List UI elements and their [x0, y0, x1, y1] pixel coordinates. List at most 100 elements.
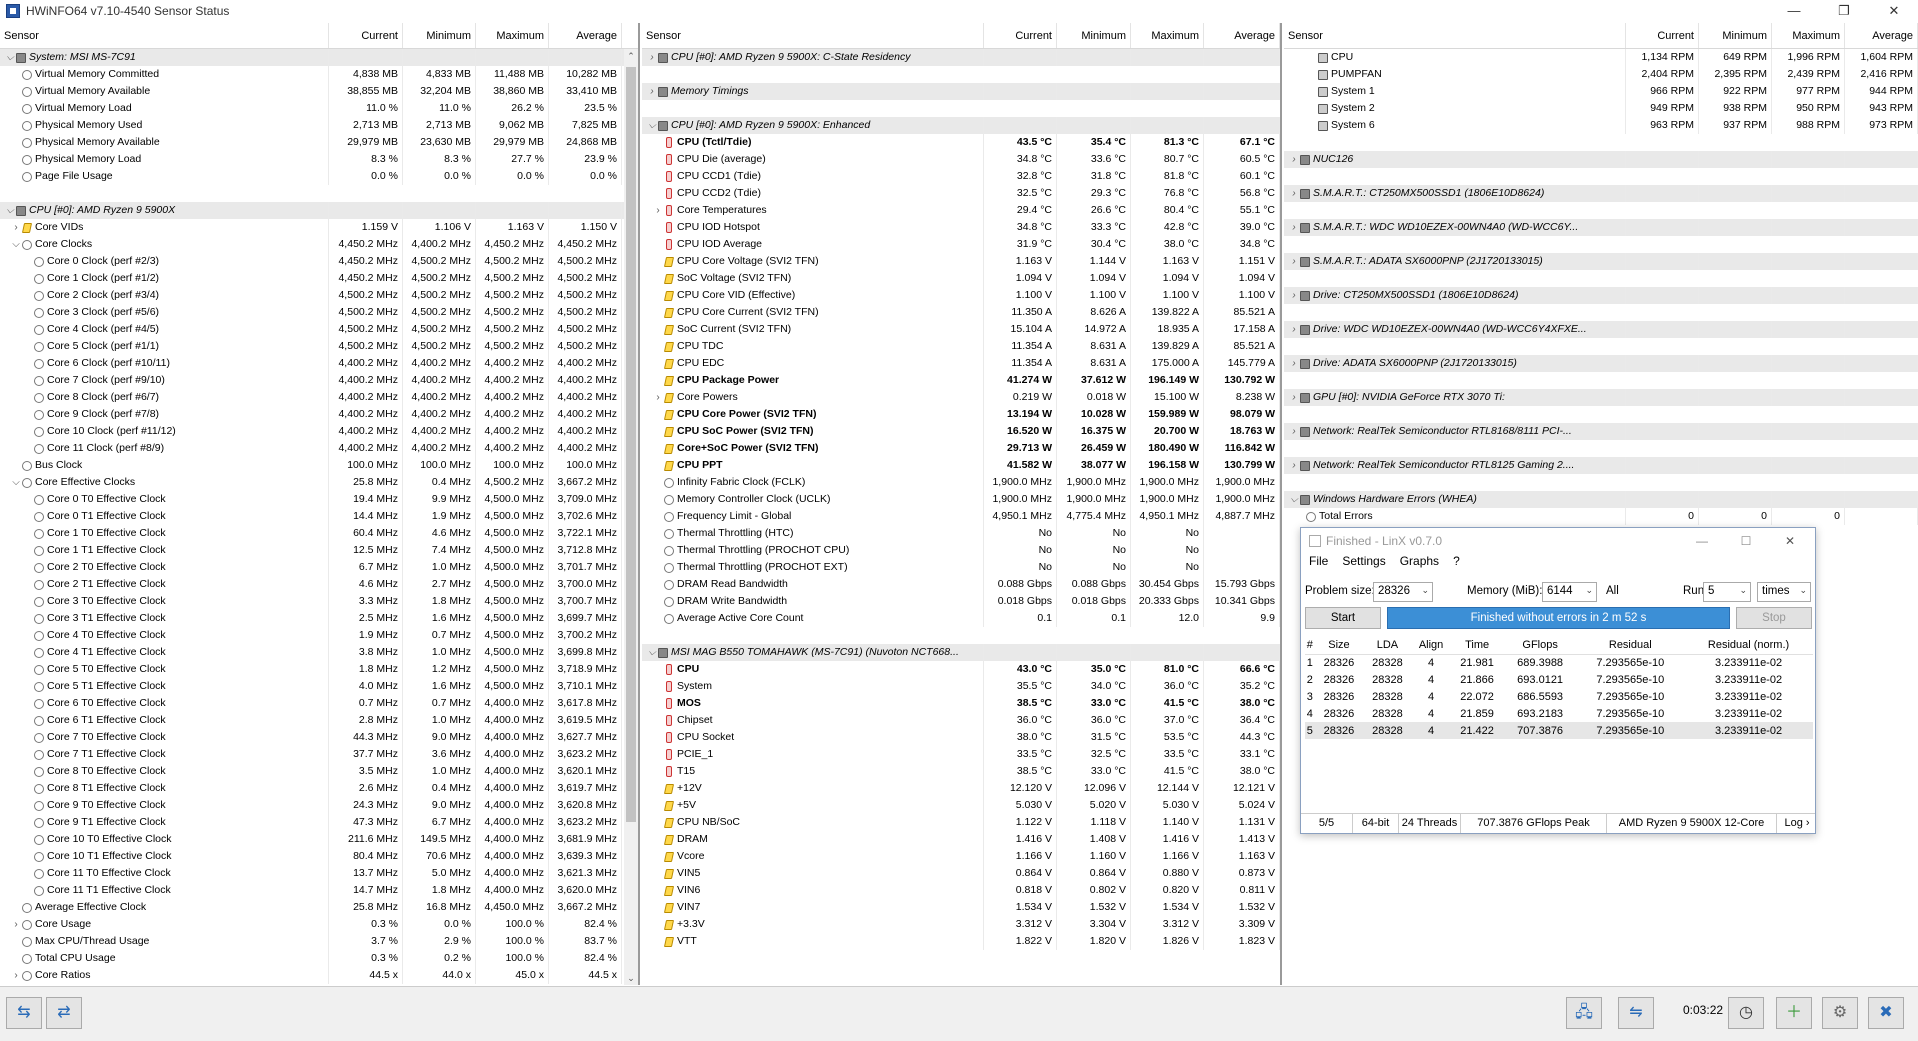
expand-chevron-icon[interactable]: ›	[1288, 321, 1300, 338]
sensor-group-row[interactable]: › Network: RealTek Semiconductor RTL8125 …	[1284, 457, 1918, 474]
header-maximum[interactable]: Maximum	[476, 23, 549, 48]
sensor-row[interactable]: Core 3 Clock (perf #5/6) 4,500.2 MHz 4,500…	[0, 304, 638, 321]
expand-chevron-icon[interactable]: ›	[1288, 457, 1300, 474]
sensor-row[interactable]: T15 38.5 °C 33.0 °C 41.5 °C 38.0 °C	[642, 763, 1280, 780]
scroll-thumb[interactable]	[626, 67, 636, 822]
results-row[interactable]: 1 28326 28328 4 21.981 689.3988 7.293565e-10 3.…	[1305, 654, 1813, 671]
sensor-row[interactable]: ⌵ Core Clocks 4,450.2 MHz 4,400.2 MHz 4,450.…	[0, 236, 638, 253]
header-current[interactable]: Current	[329, 23, 403, 48]
expand-chevron-icon[interactable]: ›	[1288, 287, 1300, 304]
sensor-row[interactable]: Core+SoC Power (SVI2 TFN) 29.713 W 26.459 …	[642, 440, 1280, 457]
sensor-row[interactable]: Core 11 T0 Effective Clock 13.7 MHz 5.0 MH…	[0, 865, 638, 882]
sensor-row[interactable]: › Core Temperatures 29.4 °C 26.6 °C 80.4 °C 5…	[642, 202, 1280, 219]
sensor-row[interactable]: Chipset 36.0 °C 36.0 °C 37.0 °C 36.4 °C	[642, 712, 1280, 729]
sensor-row[interactable]: Virtual Memory Committed 4,838 MB 4,833 MB…	[0, 66, 638, 83]
header-sensor[interactable]: Sensor	[642, 23, 984, 48]
sensor-row[interactable]: Core 7 T0 Effective Clock 44.3 MHz 9.0 MHz…	[0, 729, 638, 746]
expand-chevron-icon[interactable]: ›	[10, 967, 22, 984]
sensor-row[interactable]: Core 11 T1 Effective Clock 14.7 MHz 1.8 MH…	[0, 882, 638, 899]
sensor-group-row[interactable]: › S.M.A.R.T.: CT250MX500SSD1 (1806E10D862…	[1284, 185, 1918, 202]
close-x-icon[interactable]: ✖	[1868, 997, 1904, 1029]
collapse-chevron-icon[interactable]: ⌵	[1288, 491, 1300, 508]
sensor-row[interactable]: Core 10 Clock (perf #11/12) 4,400.2 MHz 4,…	[0, 423, 638, 440]
sensor-row[interactable]: DRAM Write Bandwidth 0.018 Gbps 0.018 Gbps…	[642, 593, 1280, 610]
expand-chevron-icon[interactable]: ›	[1288, 423, 1300, 440]
sensor-row[interactable]: Core 0 T0 Effective Clock 19.4 MHz 9.9 MHz…	[0, 491, 638, 508]
results-column-header[interactable]: Size	[1314, 637, 1364, 655]
sensor-row[interactable]: Total Errors 0 0 0	[1284, 508, 1918, 525]
results-column-header[interactable]: Align	[1411, 637, 1451, 655]
sensor-group-row[interactable]: › S.M.A.R.T.: ADATA SX6000PNP (2J17201330…	[1284, 253, 1918, 270]
results-column-header[interactable]: Residual (norm.)	[1684, 637, 1813, 655]
sensor-row[interactable]: CPU PPT 41.582 W 38.077 W 196.158 W 130.799 …	[642, 457, 1280, 474]
header-minimum[interactable]: Minimum	[1057, 23, 1131, 48]
sensor-row[interactable]: Core 10 T0 Effective Clock 211.6 MHz 149.5…	[0, 831, 638, 848]
sensor-row[interactable]: Thermal Throttling (PROCHOT EXT) No No No	[642, 559, 1280, 576]
sensor-row[interactable]: Core 2 Clock (perf #3/4) 4,500.2 MHz 4,500…	[0, 287, 638, 304]
expand-chevron-icon[interactable]: ›	[646, 83, 658, 100]
sensor-row[interactable]: Core 0 Clock (perf #2/3) 4,450.2 MHz 4,500…	[0, 253, 638, 270]
close-button[interactable]: ✕	[1872, 0, 1916, 22]
sensor-row[interactable]: Physical Memory Available 29,979 MB 23,630…	[0, 134, 638, 151]
sensor-group-row[interactable]: › NUC126	[1284, 151, 1918, 168]
sensor-row[interactable]: Bus Clock 100.0 MHz 100.0 MHz 100.0 MHz 100.…	[0, 457, 638, 474]
header-sensor[interactable]: Sensor	[1284, 23, 1626, 48]
sensor-row[interactable]: Core 5 Clock (perf #1/1) 4,500.2 MHz 4,500…	[0, 338, 638, 355]
run-unit-select[interactable]: times ⌄	[1757, 582, 1811, 602]
header-current[interactable]: Current	[1626, 23, 1699, 48]
sensor-row[interactable]: System 35.5 °C 34.0 °C 36.0 °C 35.2 °C	[642, 678, 1280, 695]
network-monitor-icon[interactable]: 🖧	[1566, 997, 1602, 1029]
sensor-group-row[interactable]: ⌵ CPU [#0]: AMD Ryzen 9 5900X	[0, 202, 638, 219]
sensor-row[interactable]: Core 0 T1 Effective Clock 14.4 MHz 1.9 MHz…	[0, 508, 638, 525]
sensor-row[interactable]: PUMPFAN 2,404 RPM 2,395 RPM 2,439 RPM 2,416 …	[1284, 66, 1918, 83]
sensor-row[interactable]: SoC Current (SVI2 TFN) 15.104 A 14.972 A 18…	[642, 321, 1280, 338]
settings-gear-icon[interactable]: ⚙	[1822, 997, 1858, 1029]
header-maximum[interactable]: Maximum	[1131, 23, 1204, 48]
sensor-row[interactable]: CPU 43.0 °C 35.0 °C 81.0 °C 66.6 °C	[642, 661, 1280, 678]
sensor-row[interactable]: +3.3V 3.312 V 3.304 V 3.312 V 3.309 V	[642, 916, 1280, 933]
sensor-group-row[interactable]: ⌵ System: MSI MS-7C91	[0, 49, 638, 66]
expand-chevron-icon[interactable]: ›	[10, 219, 22, 236]
sensor-row[interactable]: CPU Core VID (Effective) 1.100 V 1.100 V 1.…	[642, 287, 1280, 304]
sensor-row[interactable]: CPU IOD Average 31.9 °C 30.4 °C 38.0 °C 34.8…	[642, 236, 1280, 253]
linx-close-button[interactable]: ✕	[1769, 528, 1811, 554]
sensor-row[interactable]: Core 1 T0 Effective Clock 60.4 MHz 4.6 MHz…	[0, 525, 638, 542]
linx-maximize-button[interactable]: ☐	[1725, 528, 1767, 554]
sensor-row[interactable]: Page File Usage 0.0 % 0.0 % 0.0 % 0.0 %	[0, 168, 638, 185]
sensor-row[interactable]: VIN5 0.864 V 0.864 V 0.880 V 0.873 V	[642, 865, 1280, 882]
sensor-row[interactable]: CPU (Tctl/Tdie) 43.5 °C 35.4 °C 81.3 °C 67.1…	[642, 134, 1280, 151]
header-sensor[interactable]: Sensor	[0, 23, 329, 48]
results-row[interactable]: 2 28326 28328 4 21.866 693.0121 7.293565e-10 3.…	[1305, 671, 1813, 688]
results-row[interactable]: 4 28326 28328 4 21.859 693.2183 7.293565e-10 3.…	[1305, 705, 1813, 722]
expand-chevron-icon[interactable]: ›	[10, 916, 22, 933]
problem-size-select[interactable]: 28326 ⌄	[1373, 582, 1433, 602]
header-minimum[interactable]: Minimum	[403, 23, 476, 48]
run-count-input[interactable]: 5 ⌄	[1703, 582, 1751, 602]
sensor-row[interactable]: Core 8 T1 Effective Clock 2.6 MHz 0.4 MHz 4…	[0, 780, 638, 797]
header-maximum[interactable]: Maximum	[1772, 23, 1845, 48]
collapse-chevron-icon[interactable]: ⌵	[4, 202, 16, 219]
sensor-row[interactable]: CPU Core Current (SVI2 TFN) 11.350 A 8.626…	[642, 304, 1280, 321]
sensor-row[interactable]: Vcore 1.166 V 1.160 V 1.166 V 1.163 V	[642, 848, 1280, 865]
sensor-group-row[interactable]: › Drive: ADATA SX6000PNP (2J1720133015)	[1284, 355, 1918, 372]
sensor-row[interactable]: CPU TDC 11.354 A 8.631 A 139.829 A 85.521 A	[642, 338, 1280, 355]
add-report-icon[interactable]: ＋	[1776, 997, 1812, 1029]
results-column-header[interactable]: Residual	[1576, 637, 1685, 655]
sensor-row[interactable]: Core 1 Clock (perf #1/2) 4,450.2 MHz 4,500…	[0, 270, 638, 287]
scroll-up-icon[interactable]: ⌃	[624, 49, 638, 63]
collapse-arrows-icon[interactable]: ⇄	[46, 997, 82, 1029]
header-current[interactable]: Current	[984, 23, 1057, 48]
sensor-row[interactable]: CPU Core Power (SVI2 TFN) 13.194 W 10.028 …	[642, 406, 1280, 423]
expand-chevron-icon[interactable]: ›	[652, 389, 664, 406]
expand-chevron-icon[interactable]: ›	[1288, 389, 1300, 406]
sensor-row[interactable]: Physical Memory Used 2,713 MB 2,713 MB 9,06…	[0, 117, 638, 134]
sensor-row[interactable]: System 2 949 RPM 938 RPM 950 RPM 943 RPM	[1284, 100, 1918, 117]
restore-button[interactable]: ❐	[1822, 0, 1866, 22]
expand-chevron-icon[interactable]: ›	[1288, 185, 1300, 202]
sensor-group-row[interactable]: › Memory Timings	[642, 83, 1280, 100]
sensor-row[interactable]: DRAM Read Bandwidth 0.088 Gbps 0.088 Gbps 3…	[642, 576, 1280, 593]
sensor-row[interactable]: Core 2 T0 Effective Clock 6.7 MHz 1.0 MHz 4…	[0, 559, 638, 576]
menu-file[interactable]: File	[1309, 554, 1328, 572]
all-checkbox-label[interactable]: All	[1606, 585, 1619, 597]
expand-chevron-icon[interactable]: ›	[646, 49, 658, 66]
